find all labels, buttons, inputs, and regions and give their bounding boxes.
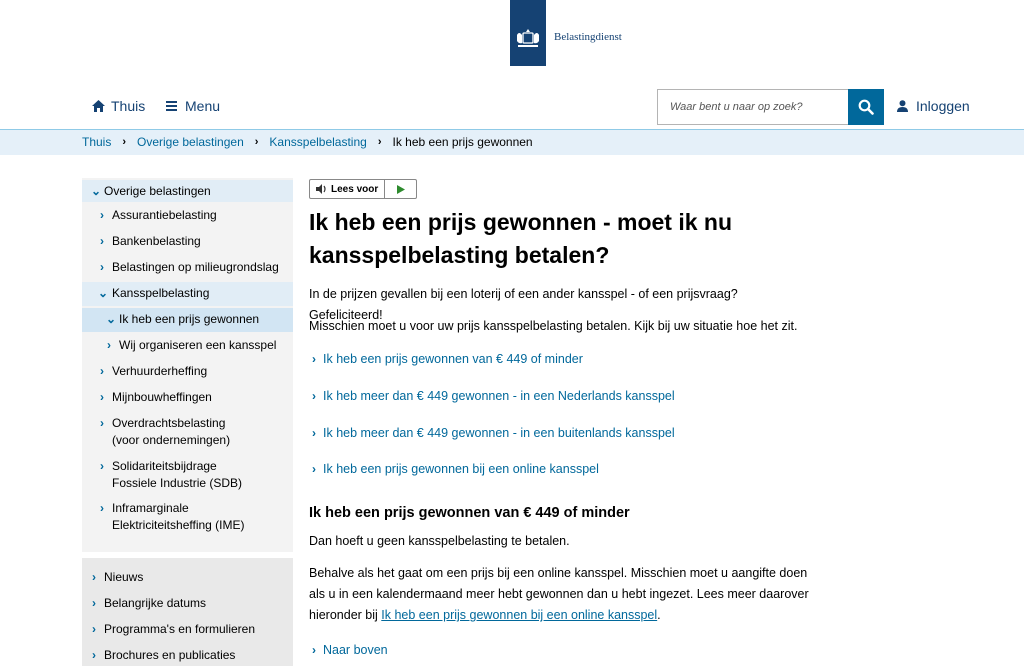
logo-text: Belastingdienst xyxy=(554,31,622,43)
chevron-right-icon: › xyxy=(100,416,104,430)
sidebar-item-label: Assurantiebelasting xyxy=(112,208,217,222)
jump-link-online-game[interactable]: › Ik heb een prijs gewonnen bij een onli… xyxy=(312,462,599,476)
jump-link-label: Ik heb een prijs gewonnen van € 449 of m… xyxy=(323,352,583,366)
inline-link-online-game[interactable]: Ik heb een prijs gewonnen bij een online… xyxy=(381,608,657,622)
jump-link-label: Ik heb meer dan € 449 gewonnen - in een … xyxy=(323,426,675,440)
sidebar-item-label: Nieuws xyxy=(104,570,144,584)
sidebar-item-label: Brochures en publicaties xyxy=(104,648,236,662)
chevron-right-icon: › xyxy=(312,462,316,476)
jump-link-dutch-game[interactable]: › Ik heb meer dan € 449 gewonnen - in ee… xyxy=(312,389,675,403)
sidebar-item-label: Mijnbouwheffingen xyxy=(112,390,212,404)
jump-link-449-or-less[interactable]: › Ik heb een prijs gewonnen van € 449 of… xyxy=(312,352,583,366)
chevron-right-icon: › xyxy=(122,136,127,148)
sidebar-item-label: Overige belastingen xyxy=(104,184,211,198)
sidebar-item-label: Belastingen op milieugrondslag xyxy=(112,260,279,274)
breadcrumb-item[interactable]: Kansspelbelasting xyxy=(269,135,366,149)
sidebar-item-label: Ik heb een prijs gewonnen xyxy=(119,312,260,326)
back-to-top-link[interactable]: › Naar boven xyxy=(312,643,388,657)
chevron-down-icon: ⌄ xyxy=(91,184,102,198)
chevron-right-icon: › xyxy=(92,570,96,584)
chevron-right-icon: › xyxy=(254,136,259,148)
chevron-right-icon: › xyxy=(377,136,382,148)
sidebar-item-overige-belastingen[interactable]: ⌄ Overige belastingen xyxy=(82,180,293,202)
nav-menu-label: Menu xyxy=(185,98,221,114)
chevron-right-icon: › xyxy=(100,501,104,515)
breadcrumb-bar: Thuis › Overige belastingen › Kansspelbe… xyxy=(0,129,1024,155)
breadcrumb-current: Ik heb een prijs gewonnen xyxy=(392,135,533,149)
hamburger-icon xyxy=(166,101,177,111)
jump-link-label: Ik heb meer dan € 449 gewonnen - in een … xyxy=(323,389,675,403)
section-paragraph-2: Behalve als het gaat om een prijs bij ee… xyxy=(309,563,819,626)
chevron-right-icon: › xyxy=(92,596,96,610)
speaker-icon xyxy=(316,184,326,194)
play-icon xyxy=(396,184,405,194)
chevron-right-icon: › xyxy=(312,352,316,366)
search-input[interactable] xyxy=(657,89,848,125)
section-paragraph-1: Dan hoeft u geen kansspelbelasting te be… xyxy=(309,534,570,548)
chevron-right-icon: › xyxy=(100,364,104,378)
home-icon xyxy=(92,100,105,112)
sidebar-item-label: Overdrachtsbelasting xyxy=(112,416,226,430)
breadcrumb-item[interactable]: Overige belastingen xyxy=(137,135,244,149)
sidebar-item-sdb[interactable]: › Solidariteitsbijdrage Fossiele Industr… xyxy=(82,458,293,494)
search-icon xyxy=(858,99,874,115)
sidebar-item-ime[interactable]: › Inframarginale Elektriciteitsheffing (… xyxy=(82,500,293,536)
chevron-right-icon: › xyxy=(312,389,316,403)
chevron-down-icon: ⌄ xyxy=(106,312,117,326)
play-button[interactable] xyxy=(385,184,416,194)
page-title: Ik heb een prijs gewonnen - moet ik nu k… xyxy=(309,209,733,268)
sidebar-item-label: Kansspelbelasting xyxy=(112,286,210,300)
sidebar-item-label: Solidariteitsbijdrage xyxy=(112,459,217,473)
read-aloud-label-wrap: Lees voor xyxy=(310,180,386,198)
chevron-right-icon: › xyxy=(312,426,316,440)
back-to-top-label: Naar boven xyxy=(323,643,388,657)
chevron-right-icon: › xyxy=(100,390,104,404)
nav-home-link[interactable]: Thuis xyxy=(92,98,145,114)
sidebar-item-label: Bankenbelasting xyxy=(112,234,201,248)
coat-of-arms-icon xyxy=(517,29,539,47)
chevron-right-icon: › xyxy=(100,208,104,222)
chevron-down-icon: ⌄ xyxy=(98,286,109,300)
search-button[interactable] xyxy=(848,89,884,125)
sidebar-item-label: Verhuurderheffing xyxy=(112,364,208,378)
chevron-right-icon: › xyxy=(92,622,96,636)
breadcrumb: Thuis › Overige belastingen › Kansspelbe… xyxy=(82,135,533,149)
sidebar-item-label: Wij organiseren een kansspel xyxy=(119,338,277,352)
sidebar-item-label: Inframarginale xyxy=(112,501,189,515)
sidebar-item-label-line2: Elektriciteitsheffing (IME) xyxy=(112,518,245,532)
chevron-right-icon: › xyxy=(312,643,316,657)
sidebar-item-label: Programma's en formulieren xyxy=(104,622,256,636)
nav-menu-button[interactable]: Menu xyxy=(166,98,220,114)
jump-link-foreign-game[interactable]: › Ik heb meer dan € 449 gewonnen - in ee… xyxy=(312,426,675,440)
login-link[interactable]: Inloggen xyxy=(897,98,970,114)
logo-block[interactable] xyxy=(510,0,546,66)
sidebar-item-label-line2: Fossiele Industrie (SDB) xyxy=(112,476,243,490)
jump-link-label: Ik heb een prijs gewonnen bij een online… xyxy=(323,462,599,476)
section-paragraph-2-end: . xyxy=(657,608,661,622)
intro-paragraph-2: Misschien moet u voor uw prijs kansspelb… xyxy=(309,319,798,333)
login-label: Inloggen xyxy=(916,98,970,114)
nav-home-label: Thuis xyxy=(111,98,146,114)
chevron-right-icon: › xyxy=(100,260,104,274)
sidebar-item-kansspelbelasting[interactable]: ⌄ Kansspelbelasting xyxy=(82,282,293,306)
sidebar-nav: ⌄ Overige belastingen › Assurantiebelast… xyxy=(82,178,293,552)
search-form xyxy=(657,89,884,125)
read-aloud-button[interactable]: Lees voor xyxy=(309,179,417,199)
sidebar-item-prijs-gewonnen[interactable]: ⌄ Ik heb een prijs gewonnen xyxy=(82,308,293,332)
user-icon xyxy=(897,100,908,112)
sidebar-item-label: Belangrijke datums xyxy=(104,596,207,610)
section-heading: Ik heb een prijs gewonnen van € 449 of m… xyxy=(309,505,630,521)
breadcrumb-item[interactable]: Thuis xyxy=(82,135,111,149)
read-aloud-label: Lees voor xyxy=(331,183,379,195)
chevron-right-icon: › xyxy=(107,338,111,352)
chevron-right-icon: › xyxy=(92,648,96,662)
chevron-right-icon: › xyxy=(100,234,104,248)
sidebar-secondary-nav: › Nieuws › Belangrijke datums › Programm… xyxy=(82,558,293,666)
sidebar-item-label-line2: (voor ondernemingen) xyxy=(112,433,231,447)
sidebar-item-overdrachtsbelasting[interactable]: › Overdrachtsbelasting (voor onderneming… xyxy=(82,415,293,451)
chevron-right-icon: › xyxy=(100,459,104,473)
